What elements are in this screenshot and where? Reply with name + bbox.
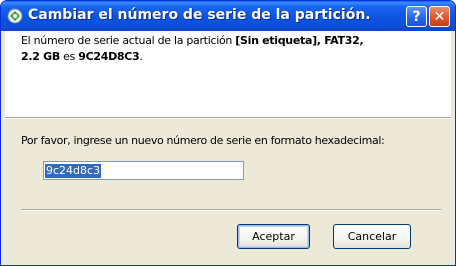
info-text-part1: El número de serie actual de la partició… xyxy=(21,34,236,47)
app-icon xyxy=(7,8,23,24)
help-icon: ? xyxy=(412,8,421,25)
dialog-window: Cambiar el número de serie de la partici… xyxy=(0,0,456,266)
info-sep2: , xyxy=(359,34,364,47)
serial-number-input[interactable] xyxy=(43,161,244,180)
cancel-button[interactable]: Cancelar xyxy=(333,224,411,249)
partition-size: 2.2 GB xyxy=(21,50,60,63)
accept-button[interactable]: Aceptar xyxy=(237,224,310,249)
partition-name: [Sin etiqueta] xyxy=(235,34,317,47)
info-text-mid: es xyxy=(59,50,79,63)
close-icon: ✕ xyxy=(433,8,446,25)
filesystem-type: FAT32 xyxy=(324,34,360,47)
close-button[interactable]: ✕ xyxy=(429,6,450,27)
divider xyxy=(5,117,451,119)
window-title: Cambiar el número de serie de la partici… xyxy=(28,7,371,23)
help-button[interactable]: ? xyxy=(406,6,427,27)
current-serial: 9C24D8C3 xyxy=(78,50,140,63)
title-bar[interactable]: Cambiar el número de serie de la partici… xyxy=(1,1,455,31)
divider xyxy=(21,209,441,211)
info-text-end: . xyxy=(139,50,143,63)
current-serial-info: El número de serie actual de la partició… xyxy=(21,33,441,65)
serial-prompt-label: Por favor, ingrese un nuevo número de se… xyxy=(21,134,385,147)
